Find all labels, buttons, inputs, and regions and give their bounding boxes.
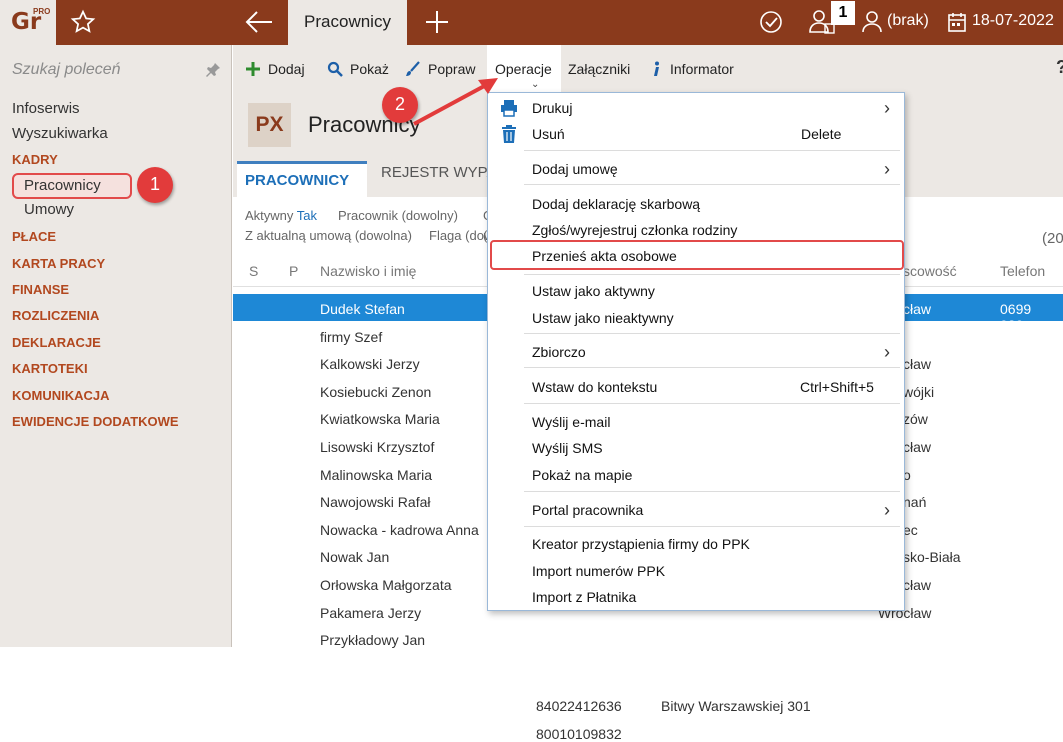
cell-pesel[interactable]: 84022412636 (536, 698, 622, 714)
annotation-step-2: 2 (382, 87, 418, 123)
cell-pesel[interactable]: 80010109832 (536, 726, 622, 742)
annotation-arrow (413, 78, 498, 126)
cell-street[interactable]: Bitwy Warszawskiej 301 (661, 698, 811, 714)
annotation-step-1: 1 (137, 167, 173, 203)
